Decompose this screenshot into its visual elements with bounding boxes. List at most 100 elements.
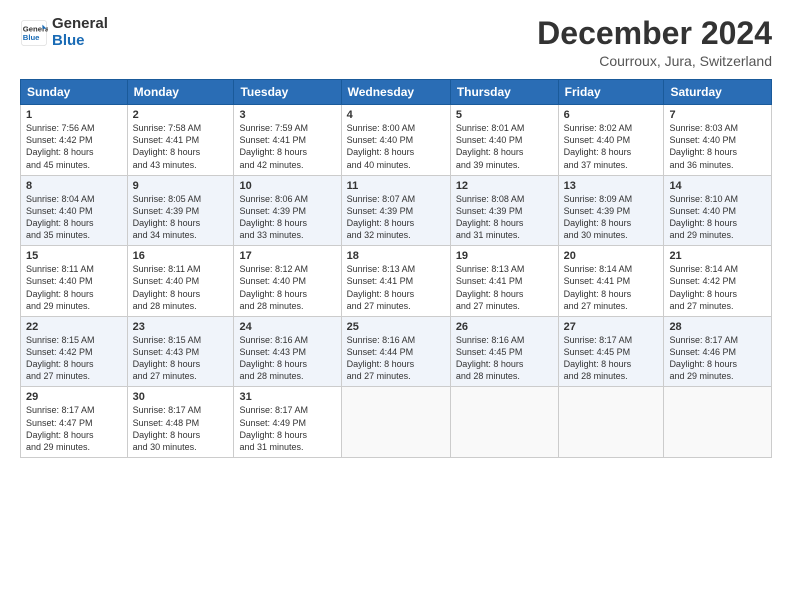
- day-number: 23: [133, 321, 229, 333]
- day-number: 18: [347, 250, 445, 262]
- calendar-cell: 25Sunrise: 8:16 AMSunset: 4:44 PMDayligh…: [341, 316, 450, 387]
- day-header-sunday: Sunday: [21, 80, 128, 105]
- calendar-cell: 2Sunrise: 7:58 AMSunset: 4:41 PMDaylight…: [127, 105, 234, 176]
- month-title: December 2024: [537, 16, 772, 51]
- cell-info: Sunrise: 8:17 AMSunset: 4:48 PMDaylight:…: [133, 404, 229, 453]
- calendar-cell: 26Sunrise: 8:16 AMSunset: 4:45 PMDayligh…: [450, 316, 558, 387]
- day-number: 28: [669, 321, 766, 333]
- calendar-week-1: 1Sunrise: 7:56 AMSunset: 4:42 PMDaylight…: [21, 105, 772, 176]
- day-header-thursday: Thursday: [450, 80, 558, 105]
- calendar-cell: 14Sunrise: 8:10 AMSunset: 4:40 PMDayligh…: [664, 175, 772, 246]
- location: Courroux, Jura, Switzerland: [537, 53, 772, 69]
- calendar-cell: 11Sunrise: 8:07 AMSunset: 4:39 PMDayligh…: [341, 175, 450, 246]
- calendar-cell: 15Sunrise: 8:11 AMSunset: 4:40 PMDayligh…: [21, 246, 128, 317]
- cell-info: Sunrise: 8:03 AMSunset: 4:40 PMDaylight:…: [669, 122, 766, 171]
- header: General Blue General Blue December 2024 …: [20, 16, 772, 69]
- calendar-cell: 22Sunrise: 8:15 AMSunset: 4:42 PMDayligh…: [21, 316, 128, 387]
- day-number: 17: [239, 250, 335, 262]
- cell-info: Sunrise: 8:17 AMSunset: 4:46 PMDaylight:…: [669, 334, 766, 383]
- cell-info: Sunrise: 8:11 AMSunset: 4:40 PMDaylight:…: [26, 263, 122, 312]
- day-number: 19: [456, 250, 553, 262]
- calendar-cell: 30Sunrise: 8:17 AMSunset: 4:48 PMDayligh…: [127, 387, 234, 458]
- cell-info: Sunrise: 8:09 AMSunset: 4:39 PMDaylight:…: [564, 193, 659, 242]
- day-number: 15: [26, 250, 122, 262]
- cell-info: Sunrise: 8:16 AMSunset: 4:43 PMDaylight:…: [239, 334, 335, 383]
- day-number: 4: [347, 109, 445, 121]
- day-number: 16: [133, 250, 229, 262]
- calendar-cell: 10Sunrise: 8:06 AMSunset: 4:39 PMDayligh…: [234, 175, 341, 246]
- calendar-table: SundayMondayTuesdayWednesdayThursdayFrid…: [20, 79, 772, 458]
- day-number: 10: [239, 180, 335, 192]
- cell-info: Sunrise: 8:07 AMSunset: 4:39 PMDaylight:…: [347, 193, 445, 242]
- cell-info: Sunrise: 8:13 AMSunset: 4:41 PMDaylight:…: [456, 263, 553, 312]
- cell-info: Sunrise: 8:12 AMSunset: 4:40 PMDaylight:…: [239, 263, 335, 312]
- cell-info: Sunrise: 8:05 AMSunset: 4:39 PMDaylight:…: [133, 193, 229, 242]
- cell-info: Sunrise: 7:58 AMSunset: 4:41 PMDaylight:…: [133, 122, 229, 171]
- day-header-saturday: Saturday: [664, 80, 772, 105]
- calendar-cell: 6Sunrise: 8:02 AMSunset: 4:40 PMDaylight…: [558, 105, 664, 176]
- calendar-cell: 7Sunrise: 8:03 AMSunset: 4:40 PMDaylight…: [664, 105, 772, 176]
- calendar-cell: [450, 387, 558, 458]
- logo-blue: Blue: [52, 33, 108, 50]
- day-number: 27: [564, 321, 659, 333]
- cell-info: Sunrise: 8:04 AMSunset: 4:40 PMDaylight:…: [26, 193, 122, 242]
- day-number: 8: [26, 180, 122, 192]
- calendar-cell: [341, 387, 450, 458]
- title-block: December 2024 Courroux, Jura, Switzerlan…: [537, 16, 772, 69]
- cell-info: Sunrise: 7:59 AMSunset: 4:41 PMDaylight:…: [239, 122, 335, 171]
- calendar-cell: 16Sunrise: 8:11 AMSunset: 4:40 PMDayligh…: [127, 246, 234, 317]
- day-number: 14: [669, 180, 766, 192]
- day-number: 6: [564, 109, 659, 121]
- logo: General Blue General Blue: [20, 16, 108, 49]
- day-number: 25: [347, 321, 445, 333]
- day-number: 3: [239, 109, 335, 121]
- day-header-tuesday: Tuesday: [234, 80, 341, 105]
- calendar-week-4: 22Sunrise: 8:15 AMSunset: 4:42 PMDayligh…: [21, 316, 772, 387]
- day-header-wednesday: Wednesday: [341, 80, 450, 105]
- svg-text:Blue: Blue: [23, 33, 40, 42]
- cell-info: Sunrise: 8:15 AMSunset: 4:43 PMDaylight:…: [133, 334, 229, 383]
- day-number: 12: [456, 180, 553, 192]
- calendar-cell: 24Sunrise: 8:16 AMSunset: 4:43 PMDayligh…: [234, 316, 341, 387]
- cell-info: Sunrise: 8:16 AMSunset: 4:44 PMDaylight:…: [347, 334, 445, 383]
- calendar-cell: 19Sunrise: 8:13 AMSunset: 4:41 PMDayligh…: [450, 246, 558, 317]
- calendar-header-row: SundayMondayTuesdayWednesdayThursdayFrid…: [21, 80, 772, 105]
- cell-info: Sunrise: 8:13 AMSunset: 4:41 PMDaylight:…: [347, 263, 445, 312]
- calendar-week-3: 15Sunrise: 8:11 AMSunset: 4:40 PMDayligh…: [21, 246, 772, 317]
- calendar-cell: 23Sunrise: 8:15 AMSunset: 4:43 PMDayligh…: [127, 316, 234, 387]
- calendar-cell: 17Sunrise: 8:12 AMSunset: 4:40 PMDayligh…: [234, 246, 341, 317]
- day-number: 11: [347, 180, 445, 192]
- cell-info: Sunrise: 8:17 AMSunset: 4:47 PMDaylight:…: [26, 404, 122, 453]
- cell-info: Sunrise: 8:06 AMSunset: 4:39 PMDaylight:…: [239, 193, 335, 242]
- calendar-cell: 12Sunrise: 8:08 AMSunset: 4:39 PMDayligh…: [450, 175, 558, 246]
- calendar-cell: 1Sunrise: 7:56 AMSunset: 4:42 PMDaylight…: [21, 105, 128, 176]
- cell-info: Sunrise: 8:16 AMSunset: 4:45 PMDaylight:…: [456, 334, 553, 383]
- day-number: 7: [669, 109, 766, 121]
- day-number: 22: [26, 321, 122, 333]
- cell-info: Sunrise: 8:08 AMSunset: 4:39 PMDaylight:…: [456, 193, 553, 242]
- day-number: 21: [669, 250, 766, 262]
- calendar-week-2: 8Sunrise: 8:04 AMSunset: 4:40 PMDaylight…: [21, 175, 772, 246]
- day-number: 2: [133, 109, 229, 121]
- cell-info: Sunrise: 8:11 AMSunset: 4:40 PMDaylight:…: [133, 263, 229, 312]
- calendar-cell: 8Sunrise: 8:04 AMSunset: 4:40 PMDaylight…: [21, 175, 128, 246]
- calendar-cell: 4Sunrise: 8:00 AMSunset: 4:40 PMDaylight…: [341, 105, 450, 176]
- calendar-cell: 13Sunrise: 8:09 AMSunset: 4:39 PMDayligh…: [558, 175, 664, 246]
- day-number: 31: [239, 391, 335, 403]
- svg-text:General: General: [23, 24, 48, 33]
- day-number: 1: [26, 109, 122, 121]
- cell-info: Sunrise: 8:15 AMSunset: 4:42 PMDaylight:…: [26, 334, 122, 383]
- calendar-cell: 28Sunrise: 8:17 AMSunset: 4:46 PMDayligh…: [664, 316, 772, 387]
- cell-info: Sunrise: 8:14 AMSunset: 4:42 PMDaylight:…: [669, 263, 766, 312]
- day-number: 20: [564, 250, 659, 262]
- calendar-cell: [558, 387, 664, 458]
- page: General Blue General Blue December 2024 …: [0, 0, 792, 612]
- calendar-cell: 5Sunrise: 8:01 AMSunset: 4:40 PMDaylight…: [450, 105, 558, 176]
- calendar-cell: 29Sunrise: 8:17 AMSunset: 4:47 PMDayligh…: [21, 387, 128, 458]
- cell-info: Sunrise: 8:00 AMSunset: 4:40 PMDaylight:…: [347, 122, 445, 171]
- cell-info: Sunrise: 8:01 AMSunset: 4:40 PMDaylight:…: [456, 122, 553, 171]
- calendar-cell: 9Sunrise: 8:05 AMSunset: 4:39 PMDaylight…: [127, 175, 234, 246]
- calendar-cell: 31Sunrise: 8:17 AMSunset: 4:49 PMDayligh…: [234, 387, 341, 458]
- day-number: 9: [133, 180, 229, 192]
- calendar-week-5: 29Sunrise: 8:17 AMSunset: 4:47 PMDayligh…: [21, 387, 772, 458]
